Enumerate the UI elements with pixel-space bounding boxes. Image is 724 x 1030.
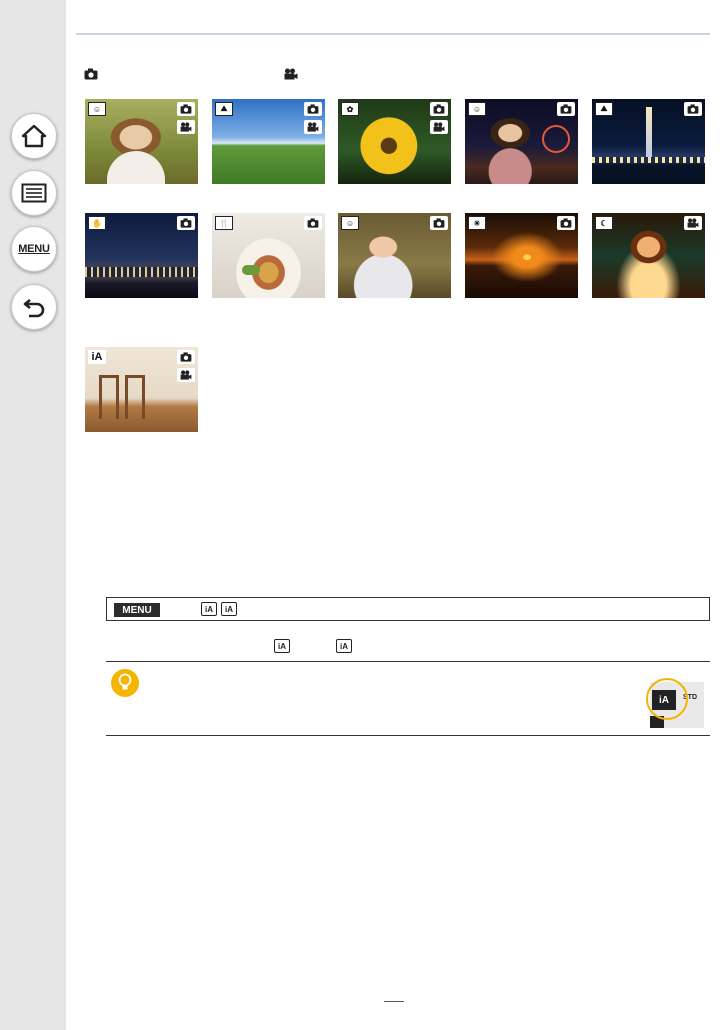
camera-icon xyxy=(177,216,195,230)
night-portrait-scene-icon: ☺ xyxy=(468,102,486,116)
handheld-night-scene-icon: ✋ xyxy=(88,216,106,230)
menu-button[interactable]: MENU xyxy=(11,226,57,272)
menu-tag: MENU xyxy=(114,603,160,617)
camera-icon xyxy=(557,102,575,116)
movie-camera-icon xyxy=(284,68,298,80)
low-light-scene-icon: ☾ xyxy=(595,216,613,230)
night-scenery-scene-icon: ⛰ xyxy=(595,102,613,116)
tip-bottom-rule xyxy=(106,735,710,736)
menu-path-box: MENU iA iA xyxy=(106,597,710,621)
scene-thumbnail-baby: ☺ xyxy=(338,213,451,298)
back-button[interactable] xyxy=(11,284,57,330)
lightbulb-icon xyxy=(111,669,139,697)
scene-thumbnail-normal: iA xyxy=(85,347,198,432)
baby-scene-icon: ☺ xyxy=(341,216,359,230)
sunset-scene-icon: ☀ xyxy=(468,216,486,230)
ia-plus-mode-icon: iA xyxy=(221,602,237,616)
food-scene-icon: 🍴 xyxy=(215,216,233,230)
camera-icon xyxy=(84,68,98,80)
list-icon xyxy=(21,183,47,203)
mode-legend xyxy=(84,68,384,84)
ia-mode-icon: iA xyxy=(336,639,352,653)
movie-camera-icon xyxy=(177,368,195,382)
scene-thumbnail-food: 🍴 xyxy=(212,213,325,298)
menu-button-label: MENU xyxy=(18,243,50,255)
portrait-scene-icon: ☺ xyxy=(88,102,106,116)
movie-camera-icon xyxy=(304,120,322,134)
ia-mode-icon: iA xyxy=(201,602,217,616)
scene-thumbnail-handheld-night: ✋ xyxy=(85,213,198,298)
movie-camera-icon xyxy=(177,120,195,134)
home-button[interactable] xyxy=(11,113,57,159)
camera-icon xyxy=(557,216,575,230)
camera-icon xyxy=(684,102,702,116)
scene-thumbnail-night-portrait: ☺ xyxy=(465,99,578,184)
return-arrow-icon xyxy=(23,298,45,318)
contents-button[interactable] xyxy=(11,170,57,216)
movie-camera-icon xyxy=(430,120,448,134)
sidebar: MENU xyxy=(0,0,66,1030)
scene-thumbnail-scenery: ⛰ xyxy=(212,99,325,184)
camera-icon xyxy=(177,350,195,364)
camera-icon xyxy=(430,102,448,116)
camera-icon xyxy=(430,216,448,230)
scene-thumbnail-portrait: ☺ xyxy=(85,99,198,184)
ia-scene-icon: iA xyxy=(88,350,106,364)
home-icon xyxy=(21,124,47,148)
tip-top-rule xyxy=(106,661,710,662)
scene-thumbnail-macro: ✿ xyxy=(338,99,451,184)
camera-icon xyxy=(304,216,322,230)
macro-scene-icon: ✿ xyxy=(341,102,359,116)
screen-figure: STD iA xyxy=(642,676,704,728)
ia-plus-mode-icon: iA xyxy=(274,639,290,653)
scene-thumbnail-sunset: ☀ xyxy=(465,213,578,298)
scenery-scene-icon: ⛰ xyxy=(215,102,233,116)
movie-camera-icon xyxy=(684,216,702,230)
camera-icon xyxy=(304,102,322,116)
camera-icon xyxy=(177,102,195,116)
scene-thumbnail-night-scenery: ⛰ xyxy=(592,99,705,184)
highlight-circle xyxy=(646,678,688,720)
scene-thumbnail-low-light: ☾ xyxy=(592,213,705,298)
page-number-rule xyxy=(384,1001,404,1002)
header-rule xyxy=(76,33,710,35)
